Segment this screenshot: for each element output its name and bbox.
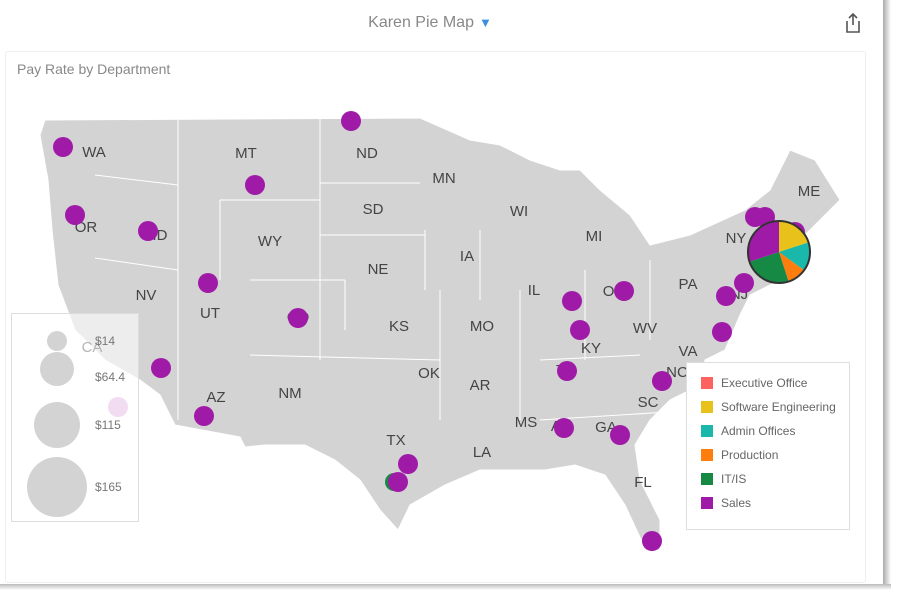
state-label: ND — [356, 145, 378, 162]
state-label: WI — [510, 203, 528, 220]
legend-item[interactable]: IT/IS — [701, 467, 849, 491]
pie-marker[interactable] — [53, 137, 73, 157]
state-label: OK — [418, 365, 440, 382]
size-label: $115 — [95, 418, 121, 432]
size-label: $165 — [95, 480, 122, 494]
pie-marker[interactable] — [557, 361, 577, 381]
size-circle — [40, 352, 74, 386]
pie-marker[interactable] — [614, 281, 634, 301]
legend-swatch — [701, 497, 713, 509]
state-label: UT — [200, 305, 220, 322]
pie-marker[interactable] — [341, 111, 361, 131]
pie-marker[interactable] — [712, 322, 732, 342]
pie-marker[interactable] — [734, 273, 754, 293]
size-circle — [27, 457, 87, 517]
state-label: WY — [258, 233, 282, 250]
state-label: WA — [82, 144, 106, 161]
state-label: IA — [460, 248, 474, 265]
state-label: NE — [368, 261, 389, 278]
size-label: $14 — [95, 334, 115, 348]
state-label: SC — [638, 394, 659, 411]
legend-label: Executive Office — [721, 376, 808, 390]
state-label: NM — [278, 385, 301, 402]
pie-marker[interactable] — [652, 371, 672, 391]
color-legend: Executive Office Software Engineering Admi… — [686, 362, 850, 530]
state-label: LA — [473, 444, 491, 461]
state-label: MS — [515, 414, 538, 431]
pie-marker[interactable] — [562, 291, 582, 311]
state-label: AR — [470, 377, 491, 394]
legend-item[interactable]: Executive Office — [701, 371, 849, 395]
legend-label: Sales — [721, 496, 752, 510]
ny-pie-marker[interactable] — [747, 220, 811, 284]
legend-label: Software Engineering — [721, 400, 836, 414]
state-label: VA — [679, 343, 698, 360]
legend-label: Production — [721, 448, 779, 462]
size-label: $64.4 — [95, 370, 125, 384]
state-label: NY — [726, 230, 747, 247]
state-label: ME — [798, 183, 821, 200]
size-legend: $14 $64.4 $115 $165 — [11, 313, 139, 522]
pie-marker[interactable] — [151, 358, 171, 378]
legend-swatch — [701, 473, 713, 485]
state-label: MO — [470, 318, 494, 335]
pie-marker[interactable] — [245, 175, 265, 195]
pie-marker[interactable] — [716, 286, 736, 306]
state-label: IL — [528, 282, 541, 299]
legend-label: IT/IS — [721, 472, 747, 486]
state-label: FL — [634, 474, 652, 491]
state-label: MN — [432, 170, 455, 187]
size-circle — [47, 331, 67, 351]
pie-marker[interactable] — [388, 472, 408, 492]
pie-marker[interactable] — [198, 273, 218, 293]
size-circle — [34, 402, 80, 448]
pie-marker[interactable] — [642, 531, 662, 551]
legend-swatch — [701, 377, 713, 389]
legend-item[interactable]: Production — [701, 443, 849, 467]
state-label: TX — [386, 432, 405, 449]
state-label: KS — [389, 318, 409, 335]
pie-marker[interactable] — [138, 221, 158, 241]
legend-item[interactable]: Software Engineering — [701, 395, 849, 419]
state-label: MT — [235, 145, 257, 162]
legend-swatch — [701, 401, 713, 413]
pie-marker[interactable] — [610, 425, 630, 445]
legend-item[interactable]: Admin Offices — [701, 419, 849, 443]
state-label: NV — [136, 287, 157, 304]
legend-swatch — [701, 449, 713, 461]
pie-marker[interactable] — [194, 406, 214, 426]
state-label: WV — [633, 320, 657, 337]
state-label: PA — [679, 276, 698, 293]
legend-swatch — [701, 425, 713, 437]
pie-marker[interactable] — [65, 205, 85, 225]
state-label: SD — [363, 201, 384, 218]
pie-marker[interactable] — [288, 308, 308, 328]
pie-marker[interactable] — [570, 320, 590, 340]
legend-item[interactable]: Sales — [701, 491, 849, 515]
pie-marker[interactable] — [554, 418, 574, 438]
legend-label: Admin Offices — [721, 424, 796, 438]
state-label: KY — [581, 340, 601, 357]
state-label: AZ — [206, 389, 225, 406]
state-label: MI — [586, 228, 603, 245]
pie-marker[interactable] — [398, 454, 418, 474]
